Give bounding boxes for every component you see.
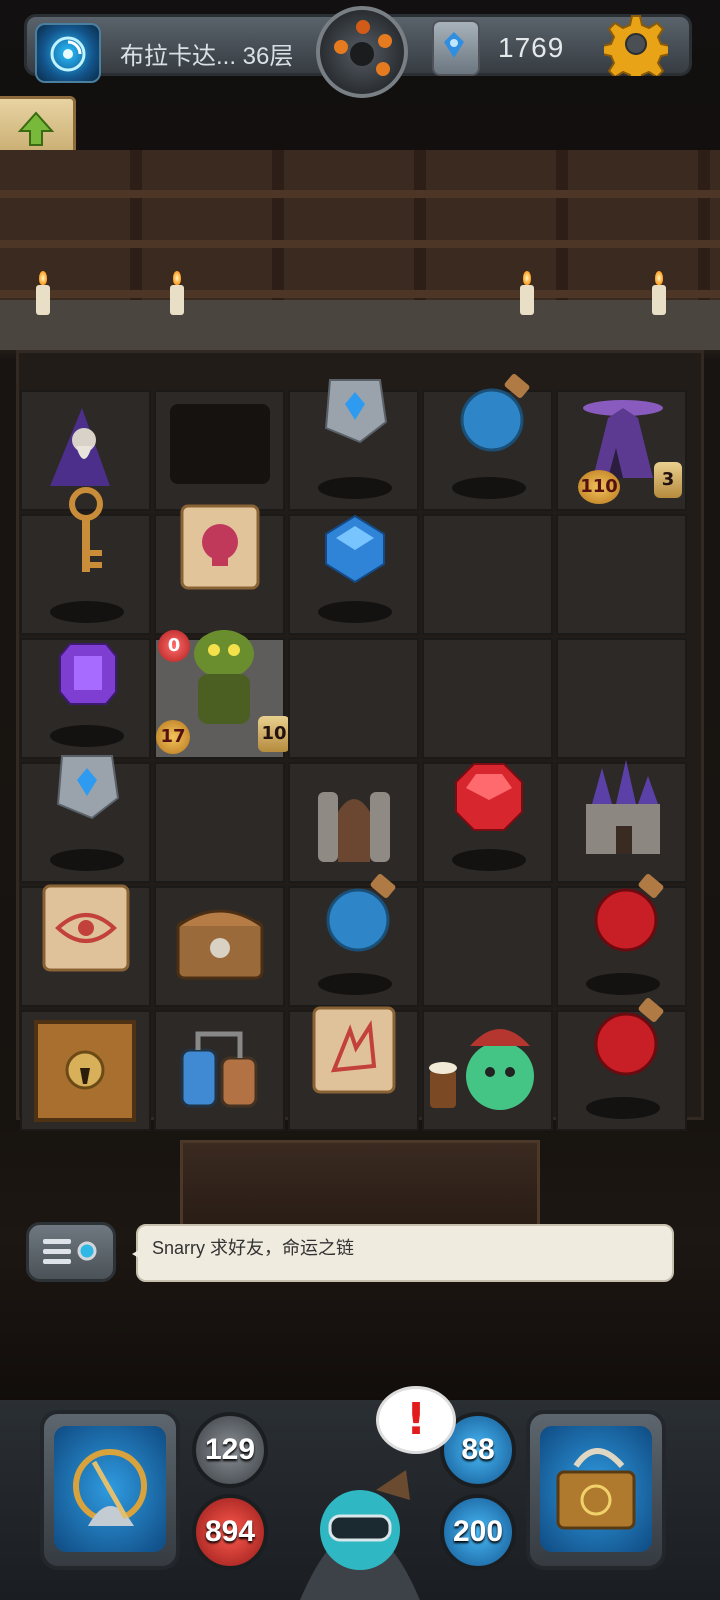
attack-stat: 129 (192, 1412, 268, 1488)
grid-cell[interactable] (422, 374, 553, 511)
arrow-up-icon (17, 111, 55, 146)
merchant-npc-icon (429, 1029, 534, 1110)
candle-icon (170, 271, 184, 315)
alert-notification-icon[interactable]: ! (376, 1386, 456, 1454)
blue-potion-icon (460, 374, 530, 452)
fire-scroll-icon (312, 1006, 396, 1094)
enemy-hp-badge: 0 (158, 630, 190, 662)
skill-wheel-icon[interactable] (316, 6, 408, 98)
spellbook-icon (540, 1426, 652, 1552)
gear-icon[interactable] (601, 12, 671, 85)
grid-cell[interactable] (154, 762, 285, 883)
enemy-scroll-badge: 10 (258, 716, 290, 752)
broken-floor-hole (170, 404, 270, 484)
grid-cell[interactable] (556, 874, 687, 1007)
grid-cell[interactable] (288, 1006, 419, 1131)
blue-gem-icon (325, 514, 385, 584)
rune-currency-icon (432, 20, 480, 76)
grid-cell[interactable] (154, 886, 285, 1007)
equipment-button[interactable] (40, 1410, 180, 1570)
enemy-attack-badge: 110 (578, 470, 620, 504)
grid-cell[interactable] (20, 1010, 151, 1131)
grid-cell[interactable] (154, 390, 285, 511)
chat-icon (43, 1239, 97, 1264)
candle-icon (520, 271, 534, 315)
grid-cell[interactable] (556, 760, 687, 883)
grid-cell[interactable] (556, 514, 687, 635)
purple-gem-icon (59, 643, 117, 705)
alchemy-machine-icon (180, 1031, 258, 1108)
knight-helmet-icon (54, 1426, 166, 1552)
grid-cell[interactable] (154, 1010, 285, 1131)
floor-name[interactable]: 布拉卡达... 36层 (120, 36, 293, 71)
chat-message-text: Snarry 求好友，命运之链 (152, 1238, 355, 1258)
red-gem-icon (455, 763, 523, 831)
locked-door-icon (34, 1020, 136, 1122)
grid-cell[interactable] (20, 755, 151, 883)
grid-cell[interactable] (20, 638, 151, 759)
spellbook-button[interactable] (526, 1410, 666, 1570)
go-upstairs-button[interactable] (0, 96, 76, 158)
grid-cell[interactable] (422, 638, 553, 759)
wizard-npc-icon (50, 408, 110, 486)
grid-cell[interactable] (422, 1010, 553, 1131)
rune-stone-icon (56, 755, 120, 820)
treasure-chest-icon (176, 909, 264, 980)
golden-key-icon (69, 487, 103, 572)
grid-cell[interactable] (556, 638, 687, 759)
blue-potion-icon (326, 874, 396, 952)
chat-message-bubble[interactable]: Snarry 求好友，命运之链 (132, 1224, 674, 1282)
dungeon-grid: 110 3 0 17 10 (20, 374, 688, 1134)
enemy-attack-badge: 17 (156, 720, 190, 754)
grid-cell[interactable] (288, 874, 419, 1007)
red-potion-icon (594, 998, 664, 1076)
mana-stat: 200 (440, 1494, 516, 1570)
candle-icon (652, 271, 666, 315)
grid-cell[interactable] (288, 762, 419, 883)
grid-cell[interactable] (422, 762, 553, 883)
eye-scroll-icon (42, 884, 130, 972)
enemy-scroll-badge: 3 (654, 462, 682, 498)
red-potion-icon (594, 874, 664, 952)
grid-cell[interactable] (422, 886, 553, 1007)
grid-cell[interactable] (556, 998, 687, 1131)
portal-icon[interactable] (35, 23, 101, 83)
grid-cell[interactable] (288, 379, 419, 511)
grid-cell[interactable] (20, 487, 151, 635)
library-wall (0, 150, 720, 350)
grid-cell[interactable]: 110 3 (556, 390, 687, 511)
rune-stone-icon (324, 379, 388, 444)
candle-icon (36, 271, 50, 315)
currency-amount: 1769 (498, 32, 565, 63)
game-screen: 布拉卡达... 36层 1769 110 3 0 17 10 Snarry 求好… (0, 0, 720, 1600)
grid-cell[interactable]: 0 17 10 (154, 630, 290, 759)
grid-cell[interactable] (288, 514, 419, 635)
stone-shrine-icon (318, 792, 390, 862)
grid-cell[interactable] (288, 638, 419, 759)
chat-menu-button[interactable] (26, 1222, 116, 1282)
dark-castle-icon (586, 760, 660, 854)
grid-cell[interactable] (20, 884, 151, 1007)
health-stat: 894 (192, 1494, 268, 1570)
grid-cell[interactable] (422, 514, 553, 635)
skull-scroll-icon (180, 504, 260, 590)
